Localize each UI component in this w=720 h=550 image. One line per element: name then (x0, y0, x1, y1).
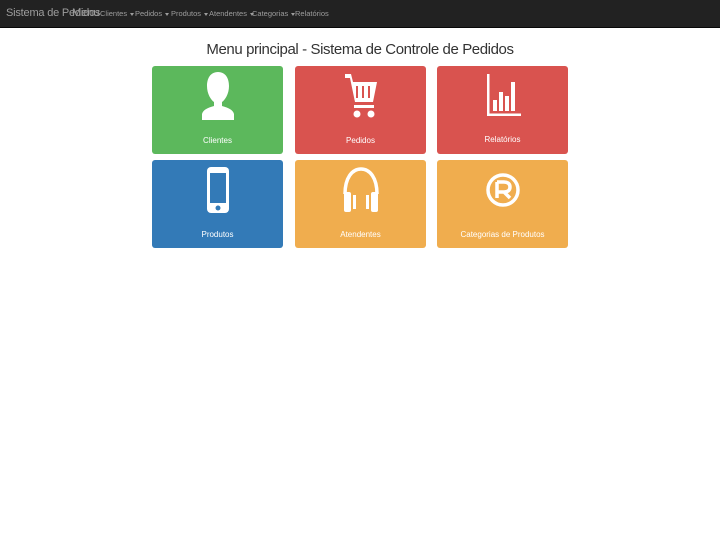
tile-label: Categorias de Produtos (460, 230, 545, 239)
registered-icon (437, 164, 568, 216)
tile-label: Relatórios (484, 135, 521, 144)
tile-label: Atendentes (340, 230, 381, 239)
caret-down-icon (130, 12, 135, 16)
caret-down-icon (165, 12, 170, 16)
nav-item-label: Categorias (252, 9, 289, 18)
tile-label: Pedidos (346, 136, 375, 145)
phone-icon (152, 164, 283, 216)
tile-pedidos[interactable]: Pedidos (295, 66, 426, 154)
caret-down-icon (204, 12, 209, 16)
nav-item-label: Atendentes (209, 9, 247, 18)
page-title: Menu principal - Sistema de Controle de … (206, 41, 514, 58)
tile-clientes[interactable]: Clientes (152, 66, 283, 154)
nav-item-clientes[interactable]: Clientes (100, 9, 135, 18)
nav-item-label: Clientes (100, 9, 128, 18)
tile-atendentes[interactable]: Atendentes (295, 160, 426, 248)
user-icon (152, 70, 283, 122)
nav-item-relatorios[interactable]: Relatórios (295, 9, 329, 18)
nav-item-label: Relatórios (295, 9, 329, 18)
tile-produtos[interactable]: Produtos (152, 160, 283, 248)
headphones-icon (295, 164, 426, 216)
nav-item-produtos[interactable]: Produtos (171, 9, 209, 18)
tile-label: Clientes (203, 136, 232, 145)
top-navbar: Sistema de Pedidos Menu Clientes Pedidos… (0, 0, 720, 28)
nav-item-atendentes[interactable]: Atendentes (209, 9, 254, 18)
tile-categorias-de-produtos[interactable]: Categorias de Produtos (437, 160, 568, 248)
tile-label: Produtos (201, 230, 234, 239)
navbar-menu-link[interactable]: Menu (72, 7, 100, 19)
nav-item-categorias[interactable]: Categorias (252, 9, 296, 18)
nav-item-label: Pedidos (135, 9, 163, 18)
nav-item-pedidos[interactable]: Pedidos (135, 9, 170, 18)
tile-relatorios[interactable]: Relatórios (437, 66, 568, 154)
nav-item-label: Produtos (171, 9, 202, 18)
bar-chart-icon (437, 70, 568, 122)
cart-icon (295, 70, 426, 122)
